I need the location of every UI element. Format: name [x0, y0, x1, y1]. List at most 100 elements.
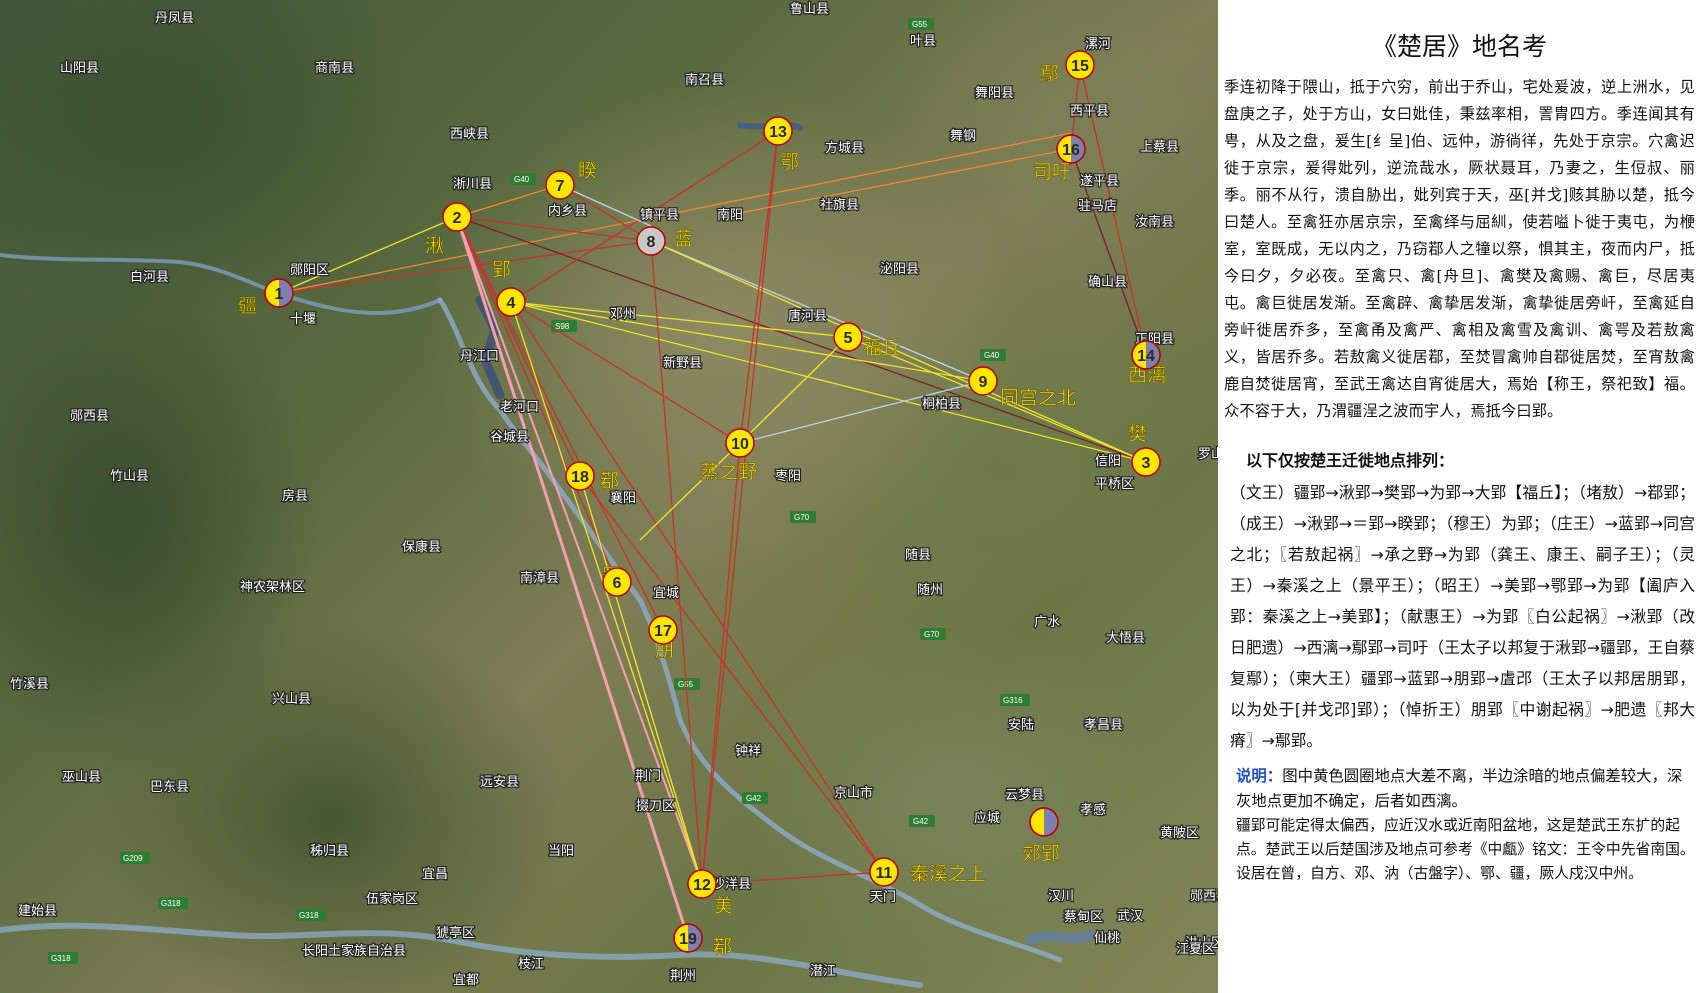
site-label: 秦溪之上 — [910, 863, 986, 885]
site-marker[interactable]: 6 — [602, 567, 632, 597]
site-marker[interactable]: 18 — [565, 461, 595, 491]
svg-text:G55: G55 — [912, 20, 928, 29]
city-label: 西平县 — [1070, 103, 1109, 118]
city-label: 鲁山县 — [790, 1, 829, 16]
city-label: 巫山县 — [62, 769, 101, 784]
site-marker[interactable]: 12 — [687, 869, 717, 899]
marker-number: 10 — [731, 436, 749, 453]
site-marker[interactable]: 19 — [673, 923, 703, 953]
city-label: 建始县 — [18, 903, 57, 918]
city-label: 淅川县 — [453, 176, 492, 191]
site-label: 郊郢 — [1022, 843, 1060, 865]
city-label: 汝南县 — [1135, 214, 1174, 229]
site-marker[interactable]: 17 — [648, 615, 678, 645]
city-label: 安陆 — [1008, 717, 1034, 732]
city-label: 宜城 — [653, 585, 679, 600]
marker-number: 12 — [693, 877, 711, 894]
site-label: 郢 — [492, 259, 511, 281]
city-label: 竹山县 — [110, 468, 149, 483]
city-label: 南召县 — [685, 72, 724, 87]
city-label: 泌阳县 — [880, 261, 919, 276]
city-label: 房县 — [282, 488, 308, 503]
city-label: 猇亭区 — [436, 925, 475, 940]
city-label: 广水 — [1034, 614, 1060, 629]
note-text: 图中黄色圆圈地点大差不离，半边涂暗的地点偏差较大，深灰地点更加不确定，后者如西漓… — [1236, 767, 1683, 810]
site-marker[interactable]: 3 — [1131, 447, 1161, 477]
city-label: 郧阳区 — [290, 262, 329, 277]
marker-number: 6 — [613, 575, 622, 592]
marker-number: 7 — [556, 178, 565, 195]
city-label: 保康县 — [402, 539, 441, 554]
site-marker[interactable]: 15 — [1065, 50, 1095, 80]
site-labels: 疆湫郢樊福丘同宫之北蒸之野鄀郢朋美鄀秦溪之上鄢司吁西漓睽蓝鄂郊郢 — [238, 63, 1167, 959]
marker-number: 3 — [1142, 455, 1151, 472]
site-marker[interactable]: 14 — [1131, 340, 1161, 370]
svg-text:G318: G318 — [161, 899, 181, 908]
site-marker[interactable]: 9 — [968, 366, 998, 396]
marker-number: 17 — [654, 623, 672, 640]
marker-number: 8 — [647, 234, 656, 251]
site-label: 湫 — [425, 235, 444, 257]
city-label: 潜江 — [810, 963, 836, 978]
svg-text:G40: G40 — [514, 175, 530, 184]
city-label: 伍家岗区 — [366, 891, 418, 906]
city-label: 钟祥 — [735, 743, 761, 758]
marker-number: 16 — [1062, 142, 1080, 159]
svg-text:G40: G40 — [984, 351, 1000, 360]
svg-text:G70: G70 — [924, 630, 940, 639]
city-label: 当阳 — [548, 843, 574, 858]
site-marker[interactable]: 4 — [496, 287, 526, 317]
city-label: 山阳县 — [60, 60, 99, 75]
marker-number: 14 — [1137, 348, 1155, 365]
site-marker[interactable]: 8 — [636, 226, 666, 256]
city-label: 信阳 — [1095, 453, 1121, 468]
site-label: 蒸之野 — [700, 461, 757, 483]
site-marker[interactable]: 10 — [725, 428, 755, 458]
svg-text:G318: G318 — [51, 954, 71, 963]
city-label: 遂平县 — [1080, 173, 1119, 188]
city-label: 方城县 — [825, 140, 864, 155]
site-marker[interactable]: 11 — [869, 857, 899, 887]
marker-number: 2 — [453, 210, 462, 227]
marker-number: 11 — [876, 865, 893, 882]
city-label: 叶县 — [910, 33, 936, 48]
site-markers[interactable]: 12345678910111213141516171819 — [264, 50, 1161, 953]
site-marker[interactable]: 7 — [545, 170, 575, 200]
site-marker[interactable]: 2 — [442, 202, 472, 232]
migration-lines — [278, 64, 1147, 939]
site-marker[interactable]: 13 — [763, 116, 793, 146]
city-label: 竹溪县 — [10, 676, 49, 691]
svg-text:G316: G316 — [1003, 696, 1023, 705]
site-marker[interactable]: 16 — [1056, 134, 1086, 164]
satellite-map[interactable]: G55 G40 S98 G40 G70 G70 G55 G316 G42 G42… — [0, 0, 1218, 993]
site-marker[interactable]: 1 — [264, 278, 294, 308]
marker-number: 18 — [571, 469, 589, 486]
city-label: 驻马店 — [1078, 198, 1117, 213]
svg-text:G318: G318 — [299, 911, 319, 920]
city-label: 西峡县 — [450, 126, 489, 141]
legend-note: 说明：图中黄色圆圈地点大差不离，半边涂暗的地点偏差较大，深灰地点更加不确定，后者… — [1236, 764, 1695, 814]
city-label: 镇平县 — [640, 207, 679, 222]
city-label: 长阳土家族自治县 — [302, 943, 406, 958]
city-label: 平桥区 — [1095, 476, 1134, 491]
city-label: 秭归县 — [310, 843, 349, 858]
site-label: 疆 — [238, 295, 257, 317]
marker-number: 5 — [844, 330, 853, 347]
city-label: 孝感 — [1080, 802, 1106, 817]
city-label: 枝江 — [518, 956, 544, 971]
city-labels: 丹凤县商南县 山阳县西峡县淅川县内乡县 镇平县 南阳 南召县方城县 舞钢 舞阳县 漯河 叶县 鲁山… — [9, 0, 1218, 988]
site-label: 同宫之北 — [1000, 387, 1076, 409]
site-marker[interactable]: 5 — [833, 322, 863, 352]
city-label: 蔡甸区 — [1064, 909, 1103, 924]
chuju-text: 季连初降于隈山，抵于穴穷，前出于乔山，宅处爰波，逆上洲水，见盘庚之子，处于方山，… — [1224, 78, 1695, 420]
additional-note: 疆郢可能定得太偏西，应近汉水或近南阳盆地，这是楚武王东扩的起点。楚武王以后楚国涉… — [1236, 817, 1695, 882]
site-label: 樊 — [1128, 423, 1147, 445]
city-label: 襄阳 — [610, 490, 636, 505]
city-label: 黄陂区 — [1160, 825, 1199, 840]
site-marker[interactable] — [1029, 807, 1059, 837]
city-label: 仙桃 — [1094, 930, 1120, 945]
city-label: 郧西县 — [1190, 888, 1218, 903]
site-label: 鄢 — [1040, 63, 1059, 85]
city-label: 唐河县 — [788, 308, 827, 323]
sequence-heading: 以下仅按楚王迁徙地点排列： — [1246, 451, 1455, 470]
